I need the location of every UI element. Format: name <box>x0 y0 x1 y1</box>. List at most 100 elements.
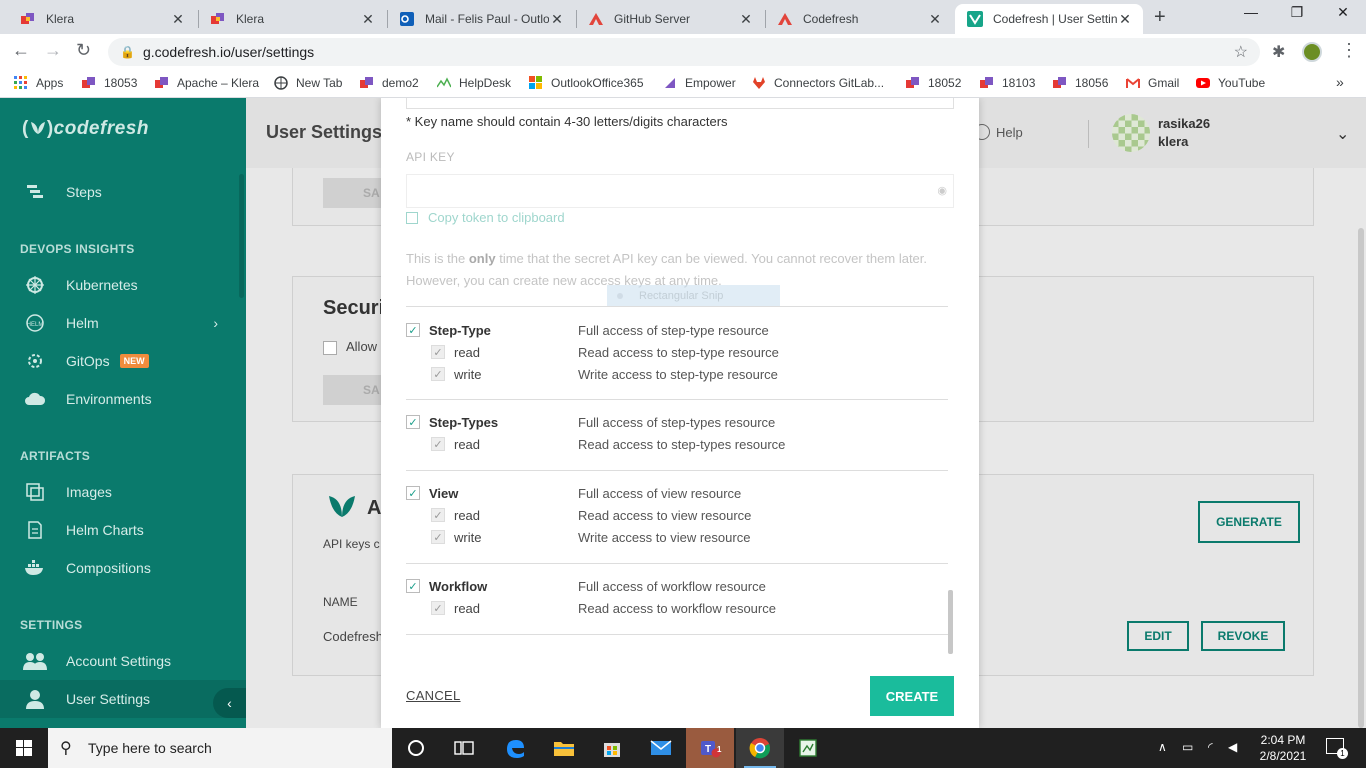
bookmark-item[interactable]: YouTube <box>1196 76 1265 90</box>
codefresh-icon <box>778 13 792 25</box>
back-icon[interactable]: ← <box>12 40 30 61</box>
sidebar-item-steps[interactable]: Steps <box>22 180 232 204</box>
chevron-down-icon[interactable]: ⌄ <box>1336 124 1349 144</box>
browser-tab[interactable]: Klera ✕ <box>198 4 386 34</box>
sidebar-item-kubernetes[interactable]: Kubernetes <box>22 273 232 297</box>
app-icon[interactable] <box>784 728 832 768</box>
sidebar-item-images[interactable]: Images <box>22 480 232 504</box>
eye-icon[interactable]: ◉ <box>937 184 947 197</box>
generate-button[interactable]: GENERATE <box>1198 501 1300 543</box>
page-scrollbar[interactable] <box>1358 228 1364 728</box>
notifications-icon[interactable]: 1 <box>1326 738 1348 759</box>
browser-menu-icon[interactable]: ⋮ <box>1340 40 1358 61</box>
close-icon[interactable]: ✕ <box>738 11 754 28</box>
sidebar-item-account-settings[interactable]: Account Settings <box>22 649 232 673</box>
extensions-icon[interactable]: ✱ <box>1272 42 1285 62</box>
minimize-icon[interactable]: — <box>1228 4 1274 20</box>
sidebar-item-user-settings[interactable]: User Settings <box>0 680 246 718</box>
revoke-button[interactable]: REVOKE <box>1201 621 1285 651</box>
browser-tab[interactable]: Mail - Felis Paul - Outlo ✕ <box>387 4 575 34</box>
permission-checkbox[interactable]: ✓ <box>431 530 445 544</box>
task-view-icon[interactable] <box>440 728 488 768</box>
create-button[interactable]: CREATE <box>870 676 954 716</box>
permission-checkbox[interactable]: ✓ <box>431 508 445 522</box>
bookmark-item[interactable]: Connectors GitLab... <box>752 76 884 90</box>
close-icon[interactable]: ✕ <box>170 11 186 28</box>
sidebar-item-helm[interactable]: HELM Helm › <box>22 311 232 335</box>
copy-token-link[interactable]: Copy token to clipboard <box>406 210 565 225</box>
new-tab-icon[interactable]: + <box>1154 6 1166 29</box>
close-icon[interactable]: ✕ <box>1117 11 1133 28</box>
browser-tab-active[interactable]: Codefresh | User Setting ✕ <box>955 4 1143 34</box>
forward-icon[interactable]: → <box>44 40 62 61</box>
bookmark-item[interactable]: 18056 <box>1053 76 1108 90</box>
chrome-icon[interactable] <box>736 728 784 768</box>
permissions-scrollbar[interactable] <box>948 306 953 654</box>
permission-checkbox[interactable]: ✓ <box>431 345 445 359</box>
bookmark-item[interactable]: HelpDesk <box>437 76 511 90</box>
scrollbar-thumb[interactable] <box>948 590 953 654</box>
close-icon[interactable]: ✕ <box>549 11 565 28</box>
sidebar-item-gitops[interactable]: GitOps NEW <box>22 349 232 373</box>
close-icon[interactable]: ✕ <box>927 11 943 28</box>
bookmark-item[interactable]: New Tab <box>274 76 342 90</box>
profile-avatar[interactable] <box>1302 42 1322 62</box>
allow-label: Allow <box>346 339 378 354</box>
close-window-icon[interactable]: ✕ <box>1320 4 1366 21</box>
bookmark-item[interactable]: OutlookOffice365 <box>529 76 644 90</box>
bookmark-item[interactable]: 18052 <box>906 76 961 90</box>
bookmark-item[interactable]: Gmail <box>1126 76 1179 90</box>
file-explorer-icon[interactable] <box>540 728 588 768</box>
teams-icon[interactable]: T 1 <box>686 728 734 768</box>
store-icon[interactable] <box>588 728 636 768</box>
codefresh-logo[interactable]: ()codefresh <box>22 118 149 140</box>
address-bar[interactable]: 🔒 g.codefresh.io/user/settings ☆ <box>108 38 1260 66</box>
sidebar-item-helm-charts[interactable]: Helm Charts <box>22 518 232 542</box>
permission-checkbox[interactable]: ✓ <box>406 579 420 593</box>
api-key-field[interactable]: ◉ <box>406 174 954 208</box>
system-clock[interactable]: 2:04 PM 2/8/2021 <box>1250 732 1316 764</box>
allow-checkbox[interactable] <box>323 341 337 355</box>
permission-checkbox[interactable]: ✓ <box>406 323 420 337</box>
permission-checkbox[interactable]: ✓ <box>406 415 420 429</box>
volume-icon[interactable]: ◀ <box>1228 740 1237 754</box>
reload-icon[interactable]: ↻ <box>76 40 91 61</box>
sidebar-item-compositions[interactable]: Compositions <box>22 556 232 580</box>
bookmark-item[interactable]: Empower <box>663 76 736 90</box>
help-link[interactable]: Help <box>974 124 1023 140</box>
permission-checkbox[interactable]: ✓ <box>431 367 445 381</box>
permission-checkbox[interactable]: ✓ <box>431 437 445 451</box>
bookmark-apps[interactable]: Apps <box>14 76 63 90</box>
browser-tab[interactable]: Klera ✕ <box>8 4 196 34</box>
user-menu[interactable]: rasika26 klera ⌄ <box>1112 114 1349 152</box>
bookmark-star-icon[interactable]: ☆ <box>1234 42 1248 62</box>
mail-icon[interactable] <box>637 728 685 768</box>
permission-checkbox[interactable]: ✓ <box>431 601 445 615</box>
collapse-sidebar-icon[interactable]: ‹ <box>213 688 246 718</box>
bookmark-item[interactable]: 18053 <box>82 76 137 90</box>
show-hidden-icons[interactable]: ∧ <box>1158 740 1167 754</box>
maximize-icon[interactable]: ❐ <box>1274 4 1320 21</box>
browser-tab[interactable]: GitHub Server ✕ <box>576 4 764 34</box>
permission-checkbox[interactable]: ✓ <box>406 486 420 500</box>
more-bookmarks-icon[interactable]: » <box>1336 74 1344 90</box>
taskbar-search[interactable]: ⚲ Type here to search <box>48 728 392 768</box>
windows-start-icon[interactable] <box>0 728 48 768</box>
edge-icon[interactable] <box>491 728 539 768</box>
wifi-icon[interactable]: ◜ <box>1208 740 1213 754</box>
cancel-button[interactable]: CANCEL <box>406 688 461 703</box>
bookmark-item[interactable]: Apache – Klera <box>155 76 259 90</box>
permission-group-step-type: ✓ Step-Type Full access of step-type res… <box>406 307 948 400</box>
key-name-input[interactable] <box>406 98 954 109</box>
edit-button[interactable]: EDIT <box>1127 621 1189 651</box>
sidebar-item-environments[interactable]: Environments <box>22 387 232 411</box>
tab-title: Klera <box>236 12 265 26</box>
browser-tab[interactable]: Codefresh ✕ <box>765 4 953 34</box>
battery-icon[interactable]: ▭ <box>1182 740 1193 754</box>
bookmark-item[interactable]: demo2 <box>360 76 419 90</box>
cortana-icon[interactable] <box>392 728 440 768</box>
sidebar-scrollbar[interactable] <box>239 174 244 298</box>
svg-text:HELM: HELM <box>27 322 44 328</box>
bookmark-item[interactable]: 18103 <box>980 76 1035 90</box>
close-icon[interactable]: ✕ <box>360 11 376 28</box>
